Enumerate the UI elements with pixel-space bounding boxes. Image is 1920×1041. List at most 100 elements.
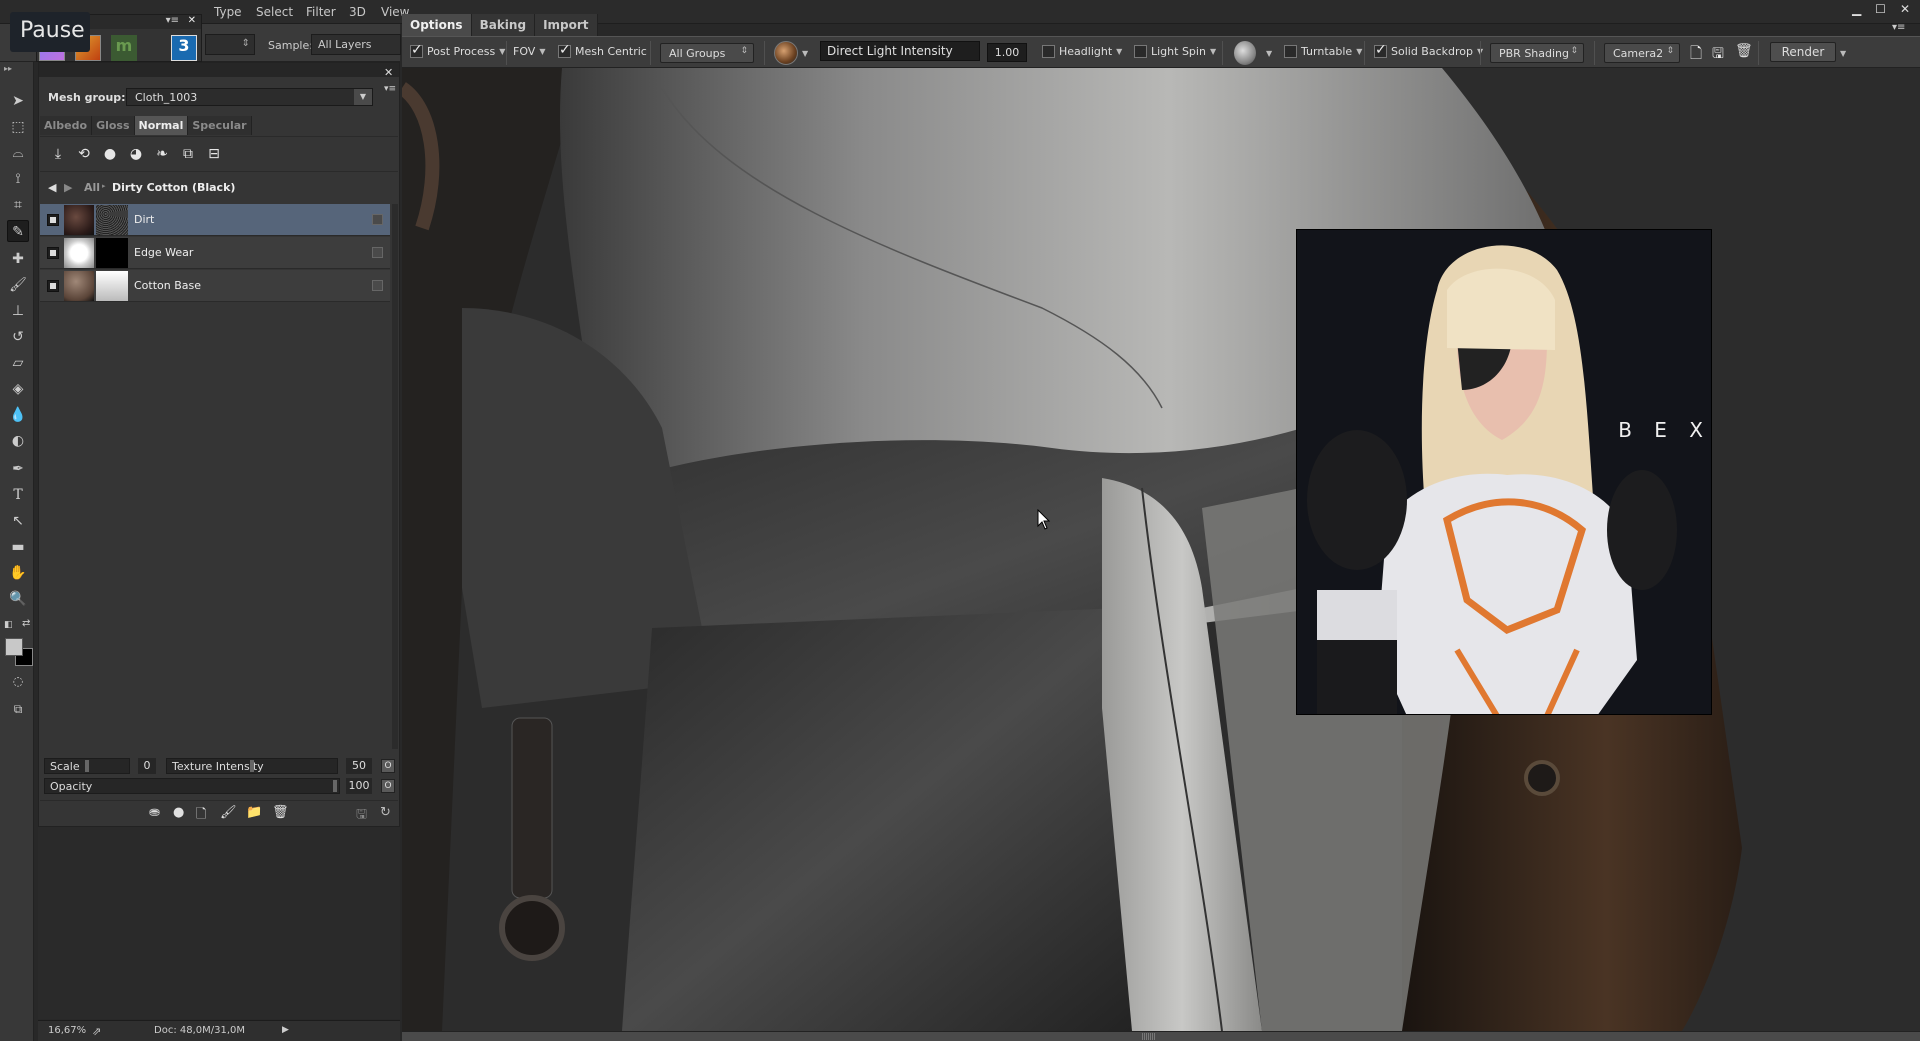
share-icon[interactable]: ⇗ — [92, 1025, 101, 1038]
chevron-down-icon[interactable]: ▼ — [802, 49, 808, 58]
pen-tool-icon[interactable]: ✒ — [7, 458, 29, 480]
forward-arrow-icon[interactable]: ▶ — [64, 181, 72, 194]
tab-normal[interactable]: Normal — [134, 116, 189, 135]
new-layer-icon[interactable]: 🗋 — [196, 805, 206, 827]
chevron-down-icon[interactable]: ▼ — [539, 47, 545, 56]
mesh-centric-checkbox[interactable] — [558, 42, 571, 58]
trash-icon[interactable]: 🗑 — [1735, 43, 1753, 59]
light-spin-toggle[interactable]: Light Spin ▼ — [1134, 45, 1216, 58]
breadcrumb-root[interactable]: All — [84, 181, 100, 194]
chevron-down-icon[interactable]: ▼ — [1266, 49, 1272, 58]
zoom-level[interactable]: 16,67% — [48, 1025, 86, 1036]
brush-tool-icon[interactable]: 🖌 — [7, 274, 29, 296]
groups-select[interactable]: All Groups ⇕ — [660, 43, 754, 63]
minimize-icon[interactable]: ▁ — [1852, 2, 1861, 16]
solid-backdrop-checkbox[interactable] — [1374, 42, 1387, 58]
folder-icon[interactable]: 📁 — [246, 805, 262, 820]
hand-tool-icon[interactable]: ✋ — [7, 562, 29, 584]
shading-select[interactable]: PBR Shading ⇕ — [1490, 43, 1584, 63]
healing-tool-icon[interactable]: ✚ — [7, 248, 29, 270]
post-process-checkbox[interactable] — [410, 42, 423, 58]
eyedropper-tool-icon[interactable]: ✎ — [7, 220, 29, 242]
panel-menu-icon[interactable]: ▾≡ — [166, 15, 179, 26]
brush-icon[interactable]: 🖌 — [220, 805, 237, 820]
fov-dropdown[interactable]: FOV ▼ — [513, 45, 545, 58]
headlight-checkbox[interactable] — [1042, 45, 1055, 58]
refresh-texture-icon[interactable]: ⟲ — [76, 146, 92, 162]
save-icon[interactable]: 🖫 — [356, 805, 367, 827]
eraser-tool-icon[interactable]: ▱ — [7, 352, 29, 374]
paint-bucket-tool-icon[interactable]: ◈ — [7, 378, 29, 400]
opacity-slider[interactable]: Opacity — [44, 778, 340, 794]
slider-handle[interactable] — [250, 760, 254, 772]
texture-intensity-options-button[interactable]: O — [381, 759, 395, 773]
opacity-value[interactable]: 100 — [346, 778, 372, 794]
environment-sphere-icon[interactable] — [774, 41, 798, 65]
chevron-down-icon[interactable]: ▼ — [499, 47, 505, 56]
tab-gloss[interactable]: Gloss — [92, 116, 135, 135]
render-button[interactable]: Render — [1770, 42, 1836, 62]
quick-mask-icon[interactable]: ◌ — [7, 670, 29, 692]
path-select-tool-icon[interactable]: ↖ — [7, 510, 29, 532]
texture-intensity-slider[interactable]: Texture Intensity — [166, 758, 338, 774]
copy-icon[interactable]: ⧉ — [180, 146, 196, 162]
marquee-tool-icon[interactable]: ⬚ — [7, 116, 29, 138]
layer-option-checkbox[interactable] — [372, 214, 383, 225]
status-menu-arrow-icon[interactable]: ▶ — [282, 1025, 289, 1035]
default-colors-icon[interactable]: ◧ — [4, 620, 13, 630]
sample-select[interactable]: All Layers — [311, 34, 401, 55]
reload-icon[interactable]: ↻ — [380, 805, 391, 820]
quick-select-tool-icon[interactable]: ⟟ — [7, 168, 29, 190]
close-icon[interactable]: ✕ — [384, 66, 393, 79]
shape-tool-icon[interactable]: ▬ — [7, 536, 29, 558]
slider-handle[interactable] — [85, 760, 89, 772]
scrollbar-thumb[interactable] — [1142, 1033, 1156, 1040]
lasso-tool-icon[interactable]: ⌓ — [7, 142, 29, 164]
history-brush-tool-icon[interactable]: ↺ — [7, 326, 29, 348]
scale-value[interactable]: 0 — [138, 758, 156, 774]
light-value-field[interactable]: 1.00 — [987, 43, 1027, 62]
app-m-icon[interactable]: m — [111, 35, 137, 61]
reference-image[interactable]: B E X — [1296, 229, 1712, 715]
stamp-tool-icon[interactable]: ⊥ — [7, 300, 29, 322]
layers-icon[interactable]: ⊟ — [206, 146, 222, 162]
close-icon[interactable]: ✕ — [1900, 2, 1910, 16]
menu-3d[interactable]: 3D — [349, 5, 366, 19]
foreground-color-swatch[interactable] — [5, 638, 23, 656]
post-process-toggle[interactable]: Post Process ▼ — [410, 42, 505, 58]
sample-size-select[interactable]: ⇕ — [205, 34, 255, 55]
camera-select[interactable]: Camera2 ⇕ — [1604, 43, 1680, 63]
tab-specular[interactable]: Specular — [188, 116, 252, 135]
opacity-options-button[interactable]: O — [381, 779, 395, 793]
chevron-down-icon[interactable]: ▼ — [354, 89, 372, 105]
zoom-tool-icon[interactable]: 🔍 — [7, 588, 29, 610]
save-icon[interactable]: 🖫 — [1712, 43, 1724, 67]
slider-handle[interactable] — [333, 780, 337, 792]
expand-icon[interactable]: ▸▸ — [4, 64, 12, 73]
layer-option-checkbox[interactable] — [372, 280, 383, 291]
crop-tool-icon[interactable]: ⌗ — [7, 194, 29, 216]
back-arrow-icon[interactable]: ◀ — [48, 181, 56, 194]
turntable-checkbox[interactable] — [1284, 45, 1297, 58]
texture-intensity-value[interactable]: 50 — [346, 758, 372, 774]
panel-header[interactable] — [39, 63, 399, 77]
matcap-sphere-icon[interactable] — [1234, 41, 1256, 65]
chevron-down-icon[interactable]: ▼ — [1116, 47, 1122, 56]
apply-material-icon[interactable]: ◕ — [128, 146, 144, 162]
scale-slider[interactable]: Scale — [44, 758, 130, 774]
blur-tool-icon[interactable]: 💧 — [7, 404, 29, 426]
layer-list-scrollbar[interactable] — [392, 204, 398, 749]
trash-icon[interactable]: 🗑 — [272, 805, 289, 820]
chevron-down-icon[interactable]: ▼ — [1356, 47, 1362, 56]
turntable-toggle[interactable]: Turntable ▼ — [1284, 45, 1362, 58]
maximize-icon[interactable]: ☐ — [1875, 2, 1886, 16]
material-icon[interactable]: ● — [102, 146, 118, 162]
screen-mode-icon[interactable]: ⧉ — [7, 698, 29, 720]
app-3-icon[interactable]: 3 — [171, 35, 197, 61]
tab-baking[interactable]: Baking — [471, 14, 536, 36]
tab-options[interactable]: Options — [402, 14, 472, 36]
sphere-icon[interactable]: ● — [173, 805, 184, 820]
brush-material-icon[interactable]: ❧ — [154, 146, 170, 162]
menu-select[interactable]: Select — [256, 5, 293, 19]
mesh-group-select[interactable]: Cloth_1003 ▼ — [126, 88, 373, 106]
